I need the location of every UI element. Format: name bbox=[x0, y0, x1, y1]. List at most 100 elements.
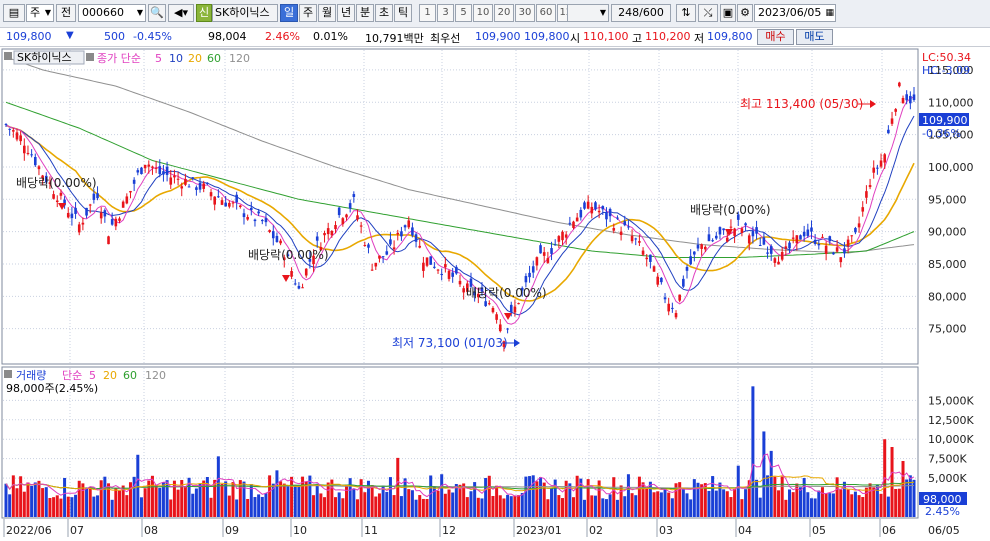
volume-bar bbox=[96, 495, 100, 517]
best-ask: 109,900 bbox=[475, 30, 521, 43]
candle-icon[interactable]: ⇅ bbox=[676, 4, 696, 22]
volume-bar bbox=[74, 494, 78, 517]
candle-body bbox=[26, 152, 30, 154]
candle-body bbox=[96, 193, 99, 199]
period-4[interactable]: 분 bbox=[356, 4, 374, 22]
volume-bar bbox=[634, 495, 638, 517]
period-6[interactable]: 틱 bbox=[394, 4, 412, 22]
speaker-icon[interactable]: ◀▾ bbox=[168, 4, 194, 22]
stock-code-input[interactable]: 000660 ▼ bbox=[78, 4, 146, 22]
minute-3[interactable]: 3 bbox=[437, 4, 454, 22]
volume-bar bbox=[355, 499, 359, 517]
candle-body bbox=[601, 206, 605, 210]
volume-bar bbox=[777, 490, 781, 517]
market-select-value: 주 bbox=[30, 6, 41, 19]
market-select[interactable]: 주 ▼ bbox=[26, 4, 54, 22]
candle-body bbox=[66, 213, 70, 218]
candle-body bbox=[213, 196, 216, 205]
candle-body bbox=[535, 257, 539, 266]
date-input[interactable]: 2023/06/05 ▦ bbox=[754, 4, 836, 22]
volume-bar bbox=[539, 477, 543, 517]
chart-area[interactable]: 115,000110,000105,000100,00095,00090,000… bbox=[0, 47, 990, 541]
minute-60[interactable]: 60 bbox=[536, 4, 556, 22]
candle-body bbox=[191, 177, 195, 179]
candle-body bbox=[909, 95, 912, 104]
candle-body bbox=[341, 218, 345, 225]
candle-body bbox=[202, 183, 206, 189]
volume-bar bbox=[615, 499, 619, 517]
volume-bar bbox=[714, 490, 718, 517]
candle-body bbox=[8, 128, 11, 130]
minute-10[interactable]: 10 bbox=[473, 4, 493, 22]
period-dropdown[interactable]: ▼ bbox=[567, 4, 609, 22]
candle-body bbox=[206, 182, 209, 184]
volume-bar bbox=[744, 489, 748, 517]
volume-bar bbox=[436, 490, 440, 517]
volume-bar bbox=[418, 495, 422, 517]
period-3[interactable]: 년 bbox=[337, 4, 355, 22]
volume-legend-name: 거래량 bbox=[16, 369, 46, 382]
chart-type-icon[interactable]: ▤ bbox=[3, 4, 25, 22]
prev-button[interactable]: 전 bbox=[56, 4, 76, 22]
volume-bar bbox=[66, 496, 70, 517]
turnover: 0.01% bbox=[313, 30, 348, 43]
period-5[interactable]: 초 bbox=[375, 4, 393, 22]
volume-bar bbox=[707, 490, 711, 517]
volume-bar bbox=[48, 497, 52, 517]
candle-body bbox=[539, 245, 542, 254]
candle-body bbox=[506, 328, 509, 330]
minute-20[interactable]: 20 bbox=[494, 4, 514, 22]
candle-body bbox=[55, 200, 59, 203]
minute-1[interactable]: 1 bbox=[419, 4, 436, 22]
volume-bar bbox=[8, 494, 12, 517]
volume-bar bbox=[575, 475, 579, 517]
candle-body bbox=[125, 196, 129, 204]
period-0[interactable]: 일 bbox=[280, 4, 298, 22]
volume-bar bbox=[370, 485, 374, 517]
high-price: 110,200 bbox=[645, 30, 691, 43]
candle-body bbox=[81, 222, 85, 225]
candle-body bbox=[447, 270, 451, 279]
gear-icon[interactable]: ⚙ bbox=[737, 4, 753, 22]
candle-body bbox=[363, 244, 367, 246]
period-1[interactable]: 주 bbox=[299, 4, 317, 22]
minute-30[interactable]: 30 bbox=[515, 4, 535, 22]
candle-body bbox=[498, 324, 502, 332]
candle-body bbox=[136, 170, 140, 173]
sell-button[interactable]: 매도 bbox=[796, 29, 833, 45]
volume-bar bbox=[572, 497, 575, 517]
minute-5[interactable]: 5 bbox=[455, 4, 472, 22]
candle-body bbox=[813, 239, 817, 244]
current-price-label: 109,900 bbox=[922, 114, 968, 127]
candle-body bbox=[883, 154, 887, 163]
volume-bar bbox=[224, 481, 228, 517]
volume-bar bbox=[722, 489, 726, 517]
volume-bar bbox=[733, 488, 737, 517]
trend-icon[interactable]: ⤯ bbox=[698, 4, 718, 22]
candle-body bbox=[546, 258, 550, 263]
volume-bar bbox=[183, 486, 187, 517]
volume-bar bbox=[290, 476, 294, 517]
data-count: 248/600 bbox=[611, 4, 671, 22]
candle-body bbox=[15, 132, 19, 140]
candle-body bbox=[370, 269, 374, 271]
buy-button[interactable]: 매수 bbox=[757, 29, 794, 45]
current-price: 109,800 bbox=[6, 30, 52, 43]
volume-bar bbox=[253, 497, 257, 517]
volume-bar bbox=[41, 488, 45, 517]
candle-body bbox=[649, 254, 652, 262]
volume-bar bbox=[813, 498, 817, 517]
save-icon[interactable]: ▣ bbox=[720, 4, 736, 22]
candle-body bbox=[912, 94, 916, 101]
period-2[interactable]: 월 bbox=[318, 4, 336, 22]
volume-bar bbox=[341, 498, 345, 517]
candle-body bbox=[773, 258, 777, 263]
candle-body bbox=[718, 227, 722, 235]
candle-body bbox=[905, 94, 908, 101]
candle-body bbox=[802, 231, 806, 237]
legend-ma10: 10 bbox=[169, 52, 183, 65]
search-icon[interactable]: 🔍 bbox=[148, 4, 166, 22]
volume-bar bbox=[385, 491, 389, 517]
candle-body bbox=[158, 166, 162, 175]
candle-body bbox=[396, 232, 400, 235]
